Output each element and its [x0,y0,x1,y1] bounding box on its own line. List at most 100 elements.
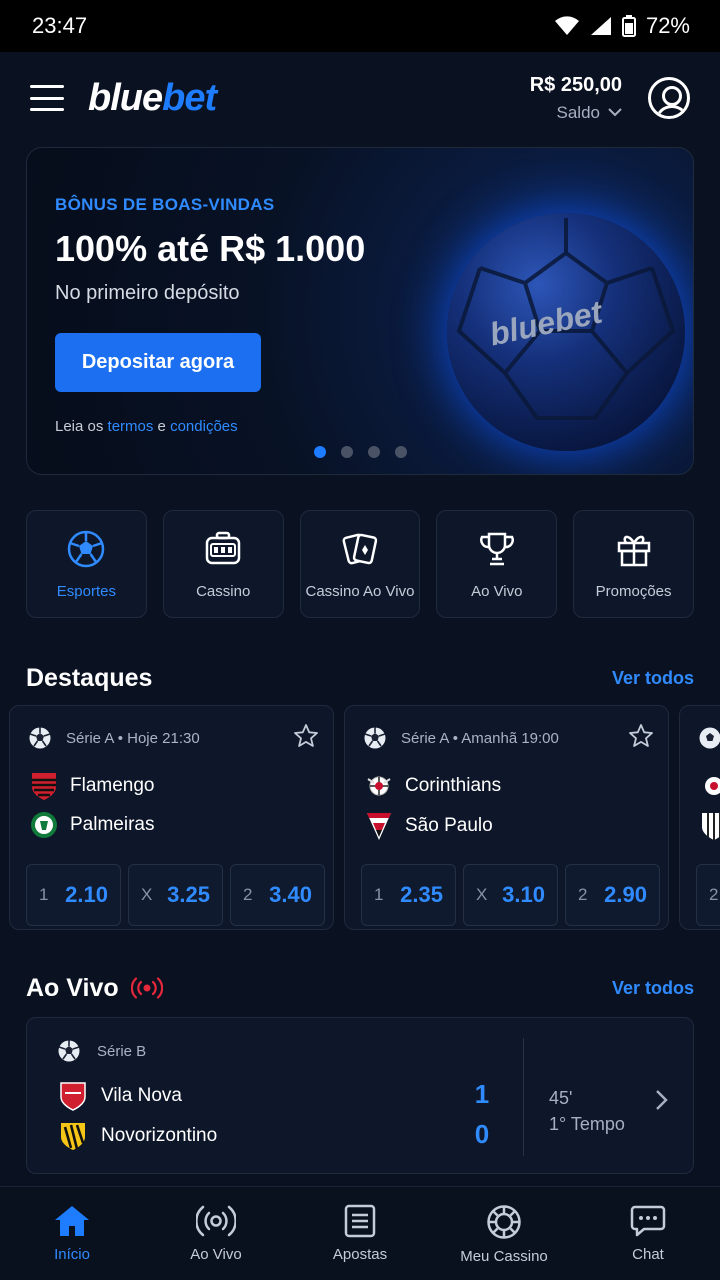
favorite-star-icon[interactable] [628,723,654,749]
odd-key: X [141,885,153,904]
team-away-name: São Paulo [405,815,493,836]
banner-eyebrow: BÔNUS DE BOAS-VINDAS [55,195,275,214]
category-promocoes[interactable]: Promoções [573,510,694,618]
team-away: São Paulo [365,811,493,841]
promo-banner[interactable]: bluebet BÔNUS DE BOAS-VINDAS 100% até R$… [26,147,694,475]
odd-button-away[interactable]: 2 3.40 [230,864,325,926]
odd-button-draw[interactable]: X 3.25 [128,864,223,926]
live-score-away: 0 [474,1119,490,1149]
live-team-away-name: Novorizontino [101,1125,218,1146]
odd-value: 2.90 [604,882,647,907]
sao-paulo-crest-icon [367,813,391,840]
terms-link[interactable]: termos [108,418,154,435]
live-see-all-link[interactable]: Ver todos [612,978,694,999]
nav-meu-cassino[interactable]: Meu Cassino [432,1187,576,1280]
logo-part-bet: bet [162,76,217,119]
conditions-link[interactable]: condições [170,418,238,435]
carousel-dot[interactable] [341,446,353,458]
category-label: Esportes [56,582,116,600]
status-bar: 23:47 72% [0,0,720,52]
nav-ao-vivo[interactable]: Ao Vivo [144,1187,288,1280]
live-league: Série B [97,1042,147,1060]
soccer-ball-icon [364,727,386,749]
user-avatar-icon[interactable] [648,77,690,119]
match-card[interactable]: Série A • Hoje 21:30 Flamengo Palmeiras … [9,705,334,930]
team-home: Flamengo [30,771,155,801]
live-match-card[interactable]: Série B Vila Nova Novorizontino 1 0 45' … [26,1017,694,1174]
odd-button-away[interactable]: 2 2.90 [565,864,660,926]
novorizontino-crest-icon [61,1123,85,1150]
bottom-navigation: Início Ao Vivo Apostas Meu Cassino Chat [0,1186,720,1280]
carousel-dots [314,446,407,458]
odd-button-away[interactable]: 2 [696,864,720,926]
chat-icon [630,1205,666,1237]
deposit-now-button[interactable]: Depositar agora [55,333,261,392]
team-home-name: Corinthians [405,775,502,796]
odd-button-home[interactable]: 1 2.35 [361,864,456,926]
category-cassino-ao-vivo[interactable]: Cassino Ao Vivo [299,510,421,618]
chevron-down-icon [608,108,622,117]
balance-selector[interactable]: R$ 250,00 Saldo [530,74,622,123]
status-icons: 72% [554,13,690,39]
soccer-ball-image: bluebet [447,213,685,451]
odd-key: X [476,885,488,904]
balance-label: Saldo [556,102,600,122]
highlights-carousel[interactable]: Série A • Hoje 21:30 Flamengo Palmeiras … [9,705,720,930]
live-match-time: 45' 1° Tempo [549,1085,625,1137]
nav-inicio[interactable]: Início [0,1187,144,1280]
live-title: Ao Vivo [26,973,119,1002]
soccer-ball-icon [58,1040,80,1062]
match-card[interactable]: 2 [679,705,720,930]
app-header: bluebet R$ 250,00 Saldo [0,52,720,144]
cards-icon [342,533,378,564]
highlights-title: Destaques [26,663,153,692]
status-time: 23:47 [32,13,88,38]
flamengo-crest-icon [32,773,56,800]
match-league-time: Série A • Hoje 21:30 [66,729,200,747]
bluebet-logo[interactable]: bluebet [88,76,217,120]
team-away: Palmeiras [30,811,154,839]
odds-row: 1 2.35 X 3.10 2 2.90 [361,864,660,926]
wifi-icon [554,16,579,35]
team-home-name: Flamengo [70,775,155,796]
live-broadcast-icon [196,1205,236,1237]
category-label: Cassino Ao Vivo [305,582,415,600]
favorite-star-icon[interactable] [293,723,319,749]
category-label: Cassino [196,582,251,600]
odd-value: 2.35 [400,882,443,907]
nav-chat[interactable]: Chat [576,1187,720,1280]
hamburger-menu-icon[interactable] [30,85,64,111]
odd-button-home[interactable]: 1 2.10 [26,864,121,926]
category-ao-vivo[interactable]: Ao Vivo [436,510,558,618]
live-minute: 45' [549,1088,573,1108]
category-label: Promoções [595,582,672,600]
nav-apostas[interactable]: Apostas [288,1187,432,1280]
carousel-dot[interactable] [395,446,407,458]
odd-button-draw[interactable]: X 3.10 [463,864,558,926]
logo-part-blue: blue [88,76,163,119]
live-period: 1° Tempo [549,1114,625,1134]
live-team-home-name: Vila Nova [101,1085,182,1106]
live-broadcast-icon [130,977,163,999]
match-card[interactable]: Série A • Amanhã 19:00 Corinthians São P… [344,705,669,930]
chevron-right-icon[interactable] [655,1089,669,1111]
signal-icon [590,17,611,35]
team-home [700,771,720,801]
highlights-header: Destaques Ver todos [26,660,694,696]
soccer-ball-icon [29,727,51,749]
carousel-dot[interactable] [314,446,326,458]
category-esportes[interactable]: Esportes [26,510,147,618]
team-home: Corinthians [365,771,501,801]
home-icon [55,1206,89,1236]
highlights-see-all-link[interactable]: Ver todos [612,668,694,689]
soccer-ball-icon [699,727,720,749]
live-team-home: Vila Nova [59,1081,182,1111]
battery-level: 72% [645,13,690,38]
carousel-dot[interactable] [368,446,380,458]
battery-icon [621,15,636,37]
balance-label-row: Saldo [530,103,622,123]
odds-row: 2 [696,864,720,926]
casino-chip-icon [487,1205,521,1239]
category-cassino[interactable]: Cassino [162,510,284,618]
gift-icon [617,535,650,566]
